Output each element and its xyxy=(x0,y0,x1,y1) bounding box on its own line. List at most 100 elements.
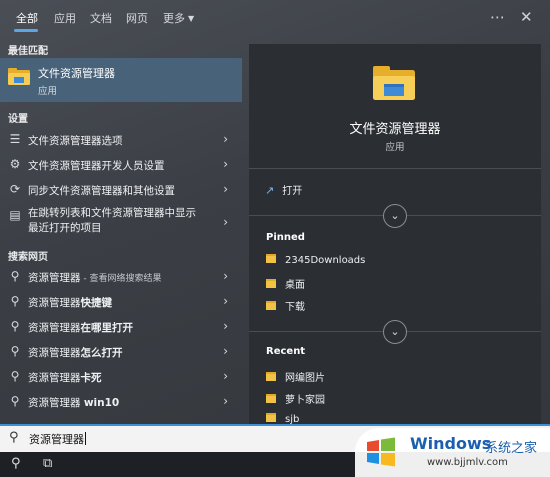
list-settings-icon: ☰ xyxy=(9,132,21,146)
query-suffix: - 查看网络搜索结果 xyxy=(80,274,162,284)
pinned-item-label: 桌面 xyxy=(285,280,305,291)
pinned-item-label: 2345Downloads xyxy=(285,255,366,266)
app-type: 应用 xyxy=(385,142,405,153)
settings-item-label: 文件资源管理器开发人员设置 xyxy=(28,160,165,172)
query-text: 资源管理器 xyxy=(28,372,81,384)
recent-item[interactable]: 网编图片 xyxy=(266,369,325,384)
open-action[interactable]: ↗ 打开 xyxy=(265,182,302,197)
expand-chevron-icon[interactable]: ⌄ xyxy=(383,204,407,228)
results-list: 最佳匹配 文件资源管理器 应用 设置 ☰ 文件资源管理器选项 › ⚙ 文件资源管… xyxy=(0,36,242,424)
label-line-1: 在跳转列表和文件资源管理器中显示 xyxy=(28,207,196,219)
task-view-icon[interactable]: ⧉ xyxy=(43,456,52,471)
folder-icon xyxy=(266,301,276,310)
tab-more-label: 更多 xyxy=(163,12,185,25)
web-result-item[interactable]: ⚲ 资源管理器在哪里打开 › xyxy=(0,314,242,339)
chevron-right-icon: › xyxy=(223,319,228,333)
web-search-header: 搜索网页 xyxy=(8,252,48,263)
chevron-down-icon: ▼ xyxy=(188,14,195,23)
chevron-right-icon: › xyxy=(223,182,228,196)
pinned-item[interactable]: 桌面 xyxy=(266,276,305,291)
settings-item-label: 在跳转列表和文件资源管理器中显示 最近打开的项目 xyxy=(28,206,196,236)
watermark-brand: Windows xyxy=(410,434,492,453)
search-icon: ⚲ xyxy=(10,344,20,358)
search-input[interactable]: 资源管理器 xyxy=(29,431,86,447)
settings-header: 设置 xyxy=(8,114,28,125)
folder-icon xyxy=(373,66,415,100)
folder-icon xyxy=(266,254,276,263)
search-icon[interactable]: ⚲ xyxy=(11,456,21,471)
query-completion: 怎么打开 xyxy=(80,347,123,359)
query-completion: 在哪里打开 xyxy=(80,322,134,334)
query-text: 资源管理器 xyxy=(28,297,81,309)
tab-documents[interactable]: 文档 xyxy=(90,10,112,26)
app-preview-panel: 文件资源管理器 应用 ↗ 打开 ⌄ Pinned 2345Downloads 桌面… xyxy=(249,44,541,425)
jumplist-icon: ▤ xyxy=(9,208,21,222)
settings-item-developer[interactable]: ⚙ 文件资源管理器开发人员设置 › xyxy=(0,152,242,177)
close-icon[interactable]: ✕ xyxy=(520,8,533,26)
sync-icon: ⟳ xyxy=(9,182,21,196)
web-result-item[interactable]: ⚲ 资源管理器 win10 › xyxy=(0,389,242,414)
search-icon: ⚲ xyxy=(10,394,20,408)
folder-icon xyxy=(8,68,30,85)
best-match-item[interactable]: 文件资源管理器 应用 xyxy=(0,58,242,102)
chevron-right-icon: › xyxy=(223,294,228,308)
query-text: 资源管理器 xyxy=(28,322,81,334)
start-search-window: 全部 应用 文档 网页 更多 ▼ ⋯ ✕ 最佳匹配 文件资源管理器 应用 设置 ☰… xyxy=(0,0,550,477)
query-completion: 快捷键 xyxy=(80,297,113,309)
search-icon: ⚲ xyxy=(10,269,20,283)
text-cursor xyxy=(85,432,86,445)
divider xyxy=(249,168,541,169)
web-result-item[interactable]: ⚲ 资源管理器卡死 › xyxy=(0,364,242,389)
pinned-item[interactable]: 2345Downloads xyxy=(266,254,365,266)
watermark-site-name: 系统之家 xyxy=(485,441,538,456)
search-value: 资源管理器 xyxy=(29,433,84,446)
tab-more[interactable]: 更多 ▼ xyxy=(163,10,194,26)
tab-web[interactable]: 网页 xyxy=(126,10,148,26)
folder-icon xyxy=(266,279,276,288)
tab-all[interactable]: 全部 xyxy=(16,10,38,26)
chevron-right-icon: › xyxy=(223,269,228,283)
best-match-header: 最佳匹配 xyxy=(8,46,48,57)
search-icon: ⚲ xyxy=(10,319,20,333)
recent-item-label: 网编图片 xyxy=(285,373,325,384)
web-result-label: 资源管理器在哪里打开 xyxy=(28,320,133,335)
watermark: Windows 系统之家 www.bjjmlv.com xyxy=(355,428,550,477)
pinned-item-label: 下载 xyxy=(285,302,305,313)
settings-item-label: 同步文件资源管理器和其他设置 xyxy=(28,185,175,197)
recent-item-label: 萝卜家园 xyxy=(285,395,325,406)
web-result-item[interactable]: ⚲ 资源管理器快捷键 › xyxy=(0,289,242,314)
web-result-label: 资源管理器卡死 xyxy=(28,370,102,385)
folder-icon xyxy=(266,413,276,422)
web-result-label: 资源管理器 - 查看网络搜索结果 xyxy=(28,270,161,285)
web-result-item[interactable]: ⚲ 资源管理器 - 查看网络搜索结果 › xyxy=(0,264,242,289)
pinned-header: Pinned xyxy=(266,232,305,243)
folder-icon xyxy=(266,372,276,381)
query-text: 资源管理器 xyxy=(28,397,84,409)
query-completion: win10 xyxy=(83,397,120,409)
web-result-item[interactable]: ⚲ 资源管理器怎么打开 › xyxy=(0,339,242,364)
expand-chevron-icon[interactable]: ⌄ xyxy=(383,320,407,344)
best-match-title: 文件资源管理器 xyxy=(38,67,115,80)
best-match-subtitle: 应用 xyxy=(38,86,58,97)
settings-item-sync[interactable]: ⟳ 同步文件资源管理器和其他设置 › xyxy=(0,177,242,202)
tab-apps[interactable]: 应用 xyxy=(54,10,76,26)
chevron-right-icon: › xyxy=(223,344,228,358)
query-text: 资源管理器 xyxy=(28,347,81,359)
web-result-label: 资源管理器 win10 xyxy=(28,395,119,410)
open-label: 打开 xyxy=(282,186,303,197)
label-line-2: 最近打开的项目 xyxy=(28,222,102,234)
pinned-item[interactable]: 下载 xyxy=(266,298,305,313)
search-icon: ⚲ xyxy=(10,369,20,383)
chevron-right-icon: › xyxy=(223,132,228,146)
open-icon: ↗ xyxy=(265,184,275,197)
settings-item-label: 文件资源管理器选项 xyxy=(28,135,123,147)
developer-icon: ⚙ xyxy=(9,157,21,171)
active-tab-indicator xyxy=(14,29,38,32)
web-result-label: 资源管理器怎么打开 xyxy=(28,345,123,360)
more-options-icon[interactable]: ⋯ xyxy=(490,8,505,26)
settings-item-jumplist[interactable]: ▤ 在跳转列表和文件资源管理器中显示 最近打开的项目 › xyxy=(0,206,242,240)
search-tab-bar: 全部 应用 文档 网页 更多 ▼ ⋯ ✕ xyxy=(0,0,550,36)
search-icon: ⚲ xyxy=(9,430,19,445)
settings-item-explorer-options[interactable]: ☰ 文件资源管理器选项 › xyxy=(0,127,242,152)
recent-item[interactable]: 萝卜家园 xyxy=(266,391,325,406)
